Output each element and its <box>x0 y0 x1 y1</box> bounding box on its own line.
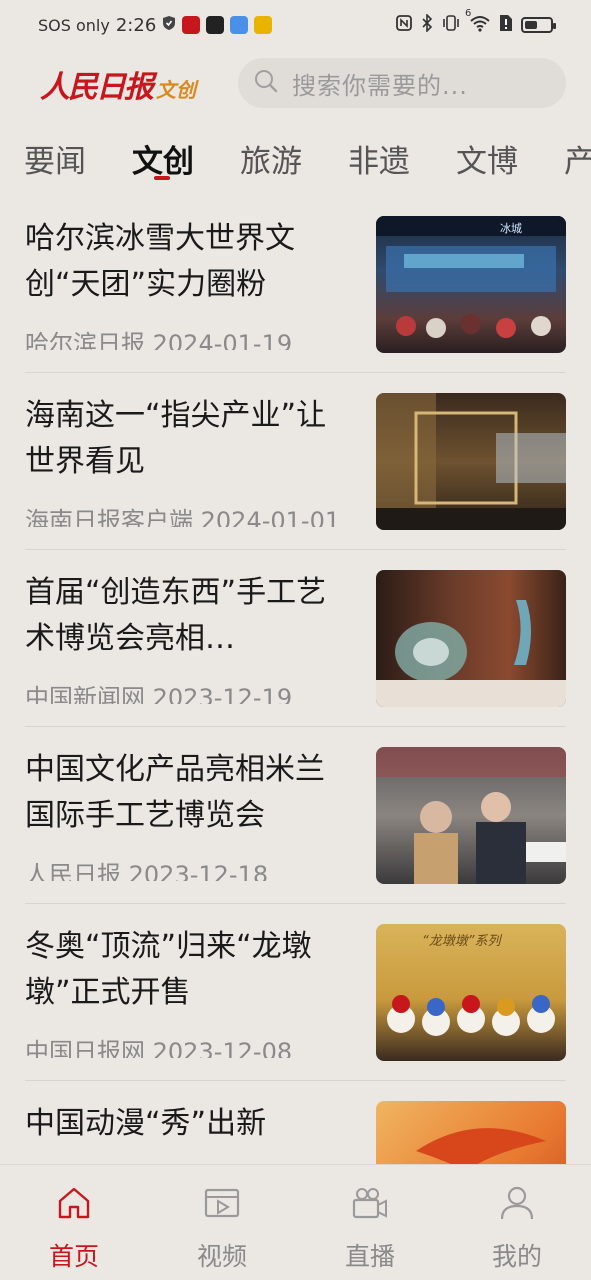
notification-app-icon <box>230 16 249 34</box>
article-item[interactable]: 冬奥“顶流”归来“龙墩墩”正式开售 中国日报网 2023-12-08 “龙墩墩”… <box>25 904 566 1081</box>
article-meta: 中国日报网 2023-12-08 <box>25 1032 292 1058</box>
clock: 2:26 <box>115 14 157 36</box>
battery-icon <box>521 17 556 33</box>
nav-label: 视频 <box>196 1242 247 1271</box>
bluetooth-icon <box>421 13 433 36</box>
article-date: 2023-12-08 <box>152 1038 293 1058</box>
vpn-shield-icon <box>162 15 176 35</box>
vibrate-icon <box>441 14 461 36</box>
article-title: 海南这一“指尖产业”让世界看见 <box>25 398 327 479</box>
article-meta: 哈尔滨日报 2024-01-19 <box>25 324 292 350</box>
tab-wenchuang[interactable]: 文创 <box>132 136 194 181</box>
article-source: 中国日报网 <box>25 1038 145 1058</box>
article-thumbnail <box>376 393 566 530</box>
nav-live[interactable]: 直播 <box>310 1183 430 1273</box>
tab-chan[interactable]: 产 <box>564 136 591 181</box>
article-title: 哈尔滨冰雪大世界文创“天团”实力圈粉 <box>25 221 295 302</box>
tab-wenbo[interactable]: 文博 <box>456 136 518 181</box>
article-date: 2023-12-18 <box>128 861 269 881</box>
logo-sub-text: 文创 <box>156 78 196 102</box>
notification-app-icon <box>206 16 225 34</box>
search-box[interactable]: 搜索你需要的... <box>238 58 566 108</box>
sim-alert-icon <box>499 14 513 36</box>
article-source: 哈尔滨日报 <box>25 330 145 350</box>
article-feed: 哈尔滨冰雪大世界文创“天团”实力圈粉 哈尔滨日报 2024-01-19 冰城 海… <box>0 196 591 1164</box>
tab-yaowen[interactable]: 要闻 <box>24 136 86 181</box>
article-item[interactable]: 海南这一“指尖产业”让世界看见 海南日报客户端 2024-01-01 <box>25 373 566 550</box>
bottom-navigation: 首页 视频 直播 我的 <box>0 1164 591 1280</box>
active-tab-indicator <box>154 176 170 180</box>
article-thumbnail: 冰城 <box>376 216 566 353</box>
thumbnail-caption: “龙墩墩”系列 <box>422 934 501 949</box>
thumbnail-caption: 冰城 <box>500 222 522 235</box>
live-camera-icon <box>310 1183 430 1223</box>
tab-feiyi[interactable]: 非遗 <box>348 136 410 181</box>
home-icon <box>14 1183 134 1223</box>
logo-main-text: 人民日报 <box>40 70 154 105</box>
tab-lvyou[interactable]: 旅游 <box>240 136 302 181</box>
article-date: 2024-01-19 <box>152 330 293 350</box>
article-item[interactable]: 中国文化产品亮相米兰国际手工艺博览会 人民日报 2023-12-18 <box>25 727 566 904</box>
article-source: 人民日报 <box>25 861 121 881</box>
article-date: 2024-01-01 <box>200 507 341 527</box>
article-title: 首届“创造东西”手工艺术博览会亮相… <box>25 575 327 656</box>
article-source: 海南日报客户端 <box>25 507 193 527</box>
category-tabs: 要闻 文创 旅游 非遗 文博 产 <box>0 132 591 188</box>
nav-video[interactable]: 视频 <box>162 1183 282 1273</box>
article-item[interactable]: 中国动漫“秀”出新 <box>25 1081 566 1164</box>
app-logo: 人民日报 文创 <box>40 62 196 106</box>
network-type: 6 <box>465 8 472 19</box>
status-bar: SOS only 2:26 6 <box>0 0 591 50</box>
article-meta: 海南日报客户端 2024-01-01 <box>25 501 340 527</box>
notification-app-icon <box>254 16 273 34</box>
article-thumbnail <box>376 1101 566 1164</box>
nav-label: 我的 <box>491 1242 542 1271</box>
app-header: 人民日报 文创 搜索你需要的... <box>0 56 591 112</box>
video-icon <box>162 1183 282 1223</box>
article-date: 2023-12-19 <box>152 684 293 704</box>
nav-label: 首页 <box>48 1242 99 1271</box>
article-thumbnail <box>376 570 566 707</box>
article-thumbnail: “龙墩墩”系列 <box>376 924 566 1061</box>
article-title: 冬奥“顶流”归来“龙墩墩”正式开售 <box>25 929 312 1010</box>
nav-profile[interactable]: 我的 <box>457 1183 577 1273</box>
article-title: 中国文化产品亮相米兰国际手工艺博览会 <box>25 752 325 833</box>
nav-label: 直播 <box>344 1242 395 1271</box>
article-item[interactable]: 哈尔滨冰雪大世界文创“天团”实力圈粉 哈尔滨日报 2024-01-19 冰城 <box>25 196 566 373</box>
article-thumbnail <box>376 747 566 884</box>
wifi-icon: 6 <box>465 8 491 36</box>
notification-app-icon <box>182 16 201 34</box>
article-meta: 人民日报 2023-12-18 <box>25 855 268 881</box>
article-title: 中国动漫“秀”出新 <box>25 1106 267 1141</box>
user-icon <box>457 1183 577 1223</box>
article-source: 中国新闻网 <box>25 684 145 704</box>
carrier-text: SOS only <box>38 15 110 35</box>
search-icon <box>254 69 278 97</box>
nfc-icon <box>395 14 413 36</box>
search-placeholder: 搜索你需要的... <box>292 71 468 100</box>
nav-home[interactable]: 首页 <box>14 1183 134 1273</box>
article-meta: 中国新闻网 2023-12-19 <box>25 678 292 704</box>
article-item[interactable]: 首届“创造东西”手工艺术博览会亮相… 中国新闻网 2023-12-19 <box>25 550 566 727</box>
